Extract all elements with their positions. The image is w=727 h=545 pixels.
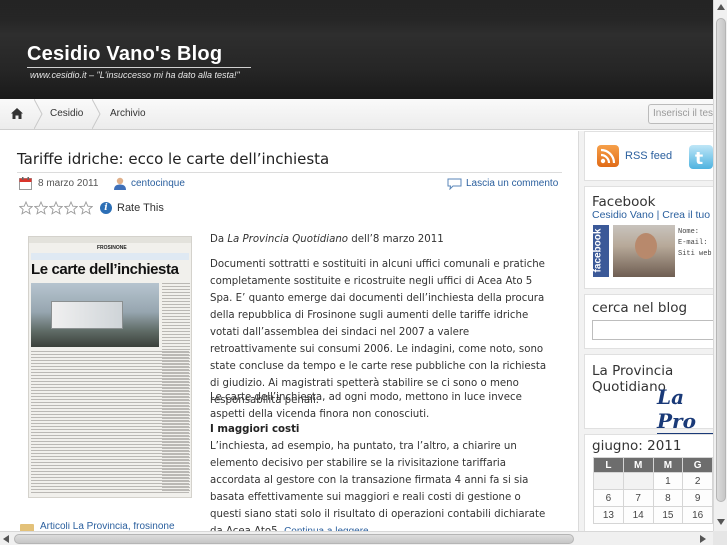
clipping-kicker xyxy=(31,253,189,260)
nav-item-archivio[interactable]: Archivio xyxy=(110,108,146,119)
sidebar: RSS feed t Facebook Cesidio Vano | Crea … xyxy=(578,131,713,531)
post-subheading: I maggiori costi xyxy=(210,424,300,435)
blog-tagline: www.cesidio.it – "L'insuccesso mi ha dat… xyxy=(30,70,240,80)
clipping-side-column xyxy=(162,283,190,493)
nav-separator xyxy=(34,99,43,129)
home-icon xyxy=(11,108,23,119)
horizontal-scroll-thumb[interactable] xyxy=(14,534,574,544)
twitter-icon[interactable]: t xyxy=(689,145,713,169)
svg-text:t: t xyxy=(695,149,703,169)
author-icon xyxy=(114,177,126,190)
calendar-day-header: M xyxy=(622,457,654,473)
nav-item-cesidio[interactable]: Cesidio xyxy=(50,108,83,119)
calendar-day: 7 xyxy=(622,489,654,507)
info-icon[interactable]: i xyxy=(100,202,112,214)
post-paragraph-3: L’inchiesta, ad esempio, ha puntato, tra… xyxy=(210,438,555,540)
calendar-day: 2 xyxy=(682,472,713,490)
star-icon[interactable] xyxy=(34,201,48,215)
calendar-day-header: L xyxy=(593,457,624,473)
post-tags: Articoli La Provincia, frosinone xyxy=(20,522,220,531)
post-tags-links[interactable]: Articoli La Provincia, frosinone xyxy=(40,522,175,531)
clipping-section: FROSINONE xyxy=(97,245,127,251)
search-widget-title: cerca nel blog xyxy=(592,300,688,316)
post-source-line: Da La Provincia Quotidiano dell’8 marzo … xyxy=(210,234,444,245)
calendar-day: 16 xyxy=(682,506,713,524)
post-date: 8 marzo 2011 xyxy=(38,178,99,189)
rss-icon[interactable] xyxy=(597,145,619,167)
calendar-day: 6 xyxy=(593,489,624,507)
scroll-right-icon[interactable] xyxy=(700,535,706,543)
calendar-day xyxy=(593,472,624,490)
folder-icon xyxy=(20,524,34,531)
nav-separator xyxy=(92,99,101,129)
scroll-down-icon[interactable] xyxy=(717,519,725,525)
home-button[interactable] xyxy=(0,99,34,129)
star-icon[interactable] xyxy=(64,201,78,215)
title-underline xyxy=(27,67,251,68)
calendar-week-row: 6 7 8 9 xyxy=(593,489,713,507)
facebook-links[interactable]: Cesidio Vano | Crea il tuo xyxy=(592,209,710,221)
blog-header: Cesidio Vano's Blog www.cesidio.it – "L'… xyxy=(0,0,713,99)
facebook-profile-fields: Nome: E-mail: Siti web: xyxy=(678,228,713,258)
calendar-icon xyxy=(19,177,32,190)
provincia-logo[interactable]: La Pro xyxy=(657,385,713,435)
star-icon[interactable] xyxy=(19,201,33,215)
calendar-day-header: G xyxy=(682,457,713,473)
clipping-masthead xyxy=(29,237,191,243)
vertical-scroll-thumb[interactable] xyxy=(716,18,726,502)
star-icon[interactable] xyxy=(79,201,93,215)
post-paragraph-2: Le carte dell’inchiesta, ad ogni modo, m… xyxy=(210,392,522,420)
rating-stars[interactable] xyxy=(19,201,94,215)
scrollbar-corner xyxy=(713,531,727,545)
main-nav: Cesidio Archivio xyxy=(0,99,713,130)
clipping-headline: Le carte dell’inchiesta xyxy=(31,261,179,278)
blog-title[interactable]: Cesidio Vano's Blog xyxy=(27,43,222,66)
sidebar-search-input[interactable] xyxy=(592,320,713,340)
rss-feed-link[interactable]: RSS feed xyxy=(625,150,672,162)
post-author-link[interactable]: centocinque xyxy=(131,178,185,189)
facebook-badge-text: facebook xyxy=(592,228,604,273)
calendar-day: 1 xyxy=(652,472,684,490)
facebook-widget-title: Facebook xyxy=(592,194,656,210)
comment-icon xyxy=(447,178,462,190)
calendar-day xyxy=(622,472,654,490)
top-search-input[interactable]: Inserisci il testo xyxy=(648,104,713,124)
vertical-scrollbar[interactable] xyxy=(713,0,727,531)
calendar-day: 13 xyxy=(593,506,624,524)
facebook-profile-photo[interactable] xyxy=(613,225,675,277)
rate-this-label[interactable]: Rate This xyxy=(117,202,164,214)
source-name: La Provincia Quotidiano xyxy=(227,234,349,245)
calendar-header-row: L M M G xyxy=(593,457,713,473)
scroll-left-icon[interactable] xyxy=(3,535,9,543)
horizontal-scrollbar[interactable] xyxy=(0,531,713,545)
calendar-title: giugno: 2011 xyxy=(592,438,682,454)
scroll-up-icon[interactable] xyxy=(717,4,725,10)
clipping-photo xyxy=(31,283,159,347)
newspaper-clipping-image[interactable]: FROSINONE Le carte dell’inchiesta xyxy=(28,236,192,498)
calendar-week-row: 1 2 xyxy=(593,472,713,490)
post-paragraph-1: Documenti sottratti e sostituiti in alcu… xyxy=(210,259,547,406)
facebook-badge[interactable]: facebook xyxy=(592,225,609,277)
calendar-day: 14 xyxy=(622,506,654,524)
calendar-day-header: M xyxy=(652,457,684,473)
post-title[interactable]: Tariffe idriche: ecco le carte dell’inch… xyxy=(17,150,329,168)
calendar-day: 9 xyxy=(682,489,713,507)
calendar-day: 15 xyxy=(652,506,684,524)
star-icon[interactable] xyxy=(49,201,63,215)
calendar-table: L M M G 1 2 6 7 8 9 13 14 15 16 xyxy=(593,457,713,524)
calendar-day: 8 xyxy=(652,489,684,507)
calendar-week-row: 13 14 15 16 xyxy=(593,506,713,524)
leave-comment-link[interactable]: Lascia un commento xyxy=(466,178,558,189)
post-title-divider xyxy=(17,172,562,173)
